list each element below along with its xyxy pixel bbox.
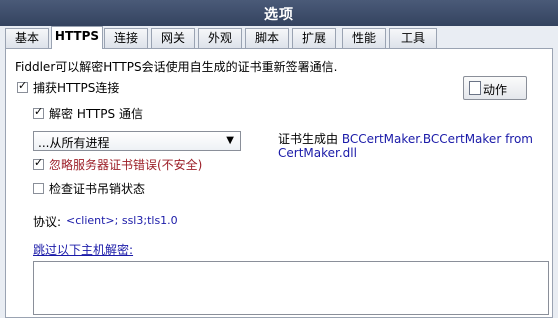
cert-generator-info: 证书生成由 BCCertMaker.BCCertMaker from CertM… xyxy=(278,132,538,160)
cert-generator-prefix: 证书生成由 xyxy=(278,132,339,146)
cert-generator-name: BCCertMaker.BCCertMaker from xyxy=(341,132,533,146)
actions-button[interactable]: 动作 xyxy=(463,76,527,100)
tab-appearance[interactable]: 外观 xyxy=(198,28,242,48)
tab-extensions[interactable]: 扩展 xyxy=(292,28,336,48)
capture-https-checkbox[interactable] xyxy=(17,79,28,93)
process-filter-value: ...从所有进程 xyxy=(38,136,110,150)
dialog-title: 选项 xyxy=(264,7,294,23)
check-revocation-label[interactable]: 检查证书吊销状态 xyxy=(49,180,145,197)
https-panel: Fiddler可以解密HTTPS会话使用自生成的证书重新签署通信. 捕获HTTP… xyxy=(5,48,553,318)
tab-tools[interactable]: 工具 xyxy=(389,28,437,48)
check-revocation-checkbox[interactable] xyxy=(33,183,44,194)
capture-https-label[interactable]: 捕获HTTPS连接 xyxy=(33,79,119,96)
options-dialog: 选项 基本 HTTPS 连接 网关 外观 脚本 扩展 性能 工具 Fiddler… xyxy=(0,0,558,318)
title-bar: 选项 xyxy=(0,0,558,26)
tab-https[interactable]: HTTPS xyxy=(51,26,103,49)
tab-scripting[interactable]: 脚本 xyxy=(245,28,289,48)
protocols-value[interactable]: <client>; ssl3;tls1.0 xyxy=(66,214,178,227)
process-filter-select[interactable]: ...从所有进程 ▼ xyxy=(33,131,241,151)
certificate-icon xyxy=(469,81,481,95)
ignore-cert-errors-label[interactable]: 忽略服务器证书错误(不安全) xyxy=(49,156,202,173)
chevron-down-icon: ▼ xyxy=(226,135,234,146)
skip-hosts-textbox[interactable] xyxy=(33,261,549,315)
ignore-cert-errors-checkbox[interactable] xyxy=(33,156,44,170)
decrypt-https-label[interactable]: 解密 HTTPS 通信 xyxy=(49,105,143,122)
tab-performance[interactable]: 性能 xyxy=(342,28,386,48)
tab-basic[interactable]: 基本 xyxy=(5,28,49,48)
protocols-label: 协议: xyxy=(33,215,62,229)
cert-generator-dll: CertMaker.dll xyxy=(278,146,357,160)
https-description: Fiddler可以解密HTTPS会话使用自生成的证书重新签署通信. xyxy=(15,60,338,74)
decrypt-https-checkbox[interactable] xyxy=(33,105,44,119)
tab-connections[interactable]: 连接 xyxy=(104,28,148,48)
actions-button-label: 动作 xyxy=(483,83,508,97)
tab-gateway[interactable]: 网关 xyxy=(151,28,195,48)
skip-decryption-link[interactable]: 跳过以下主机解密: xyxy=(33,241,133,258)
